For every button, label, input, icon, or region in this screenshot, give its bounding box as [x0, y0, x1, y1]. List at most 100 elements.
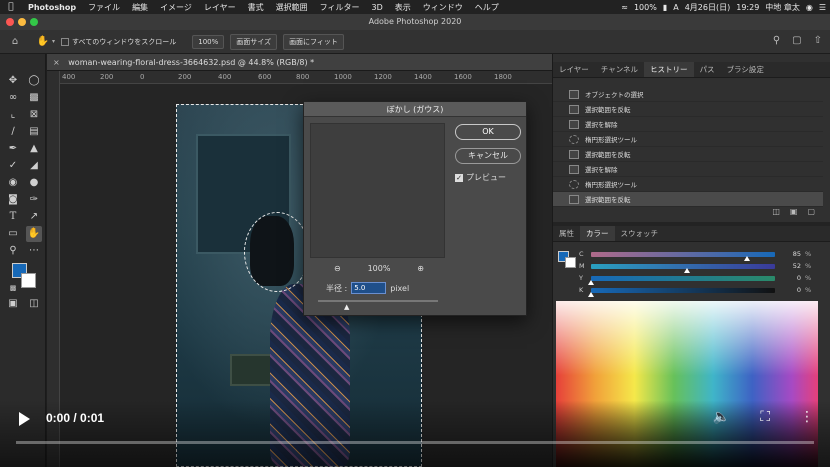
slider-knob[interactable] — [744, 255, 751, 261]
video-progress-bar[interactable] — [16, 441, 814, 444]
radius-slider-thumb[interactable]: ▲ — [344, 303, 349, 311]
cyan-slider[interactable] — [591, 251, 775, 261]
black-slider[interactable] — [588, 287, 775, 297]
scroll-all-checkbox[interactable] — [61, 37, 70, 46]
history-item-selected[interactable]: 選択範囲を反転 — [553, 192, 823, 207]
preview-checkbox[interactable]: ✓ — [455, 173, 463, 182]
channel-value[interactable]: 0 — [779, 274, 801, 282]
ok-button[interactable]: OK — [455, 124, 521, 140]
lasso-tool-icon[interactable]: ∞ — [5, 90, 21, 106]
magenta-slider[interactable] — [591, 263, 775, 273]
menu-window[interactable]: ウィンドウ — [417, 2, 469, 13]
input-mode[interactable]: A — [673, 3, 678, 12]
more-options-icon[interactable]: ⋮ — [800, 409, 814, 425]
path-select-tool-icon[interactable]: ↗ — [26, 209, 42, 225]
trash-icon[interactable]: ▢ — [807, 207, 815, 221]
blur-tool-icon[interactable]: ● — [26, 175, 42, 191]
move-tool-icon[interactable]: ✥ — [5, 73, 21, 89]
menu-app-name[interactable]: Photoshop — [22, 3, 82, 12]
menu-file[interactable]: ファイル — [82, 2, 126, 13]
snapshot-icon[interactable]: ▣ — [790, 207, 798, 221]
frame-tool-icon[interactable]: ⊠ — [26, 107, 42, 123]
menu-edit[interactable]: 編集 — [126, 2, 154, 13]
healing-tool-icon[interactable]: ▤ — [26, 124, 42, 140]
marquee-tool-icon[interactable]: ◯ — [26, 73, 42, 89]
history-brush-tool-icon[interactable]: ✓ — [5, 158, 21, 174]
menu-select[interactable]: 選択範囲 — [270, 2, 314, 13]
dodge-tool-icon[interactable]: ◙ — [5, 192, 21, 208]
history-item[interactable]: 選択範囲を反転 — [553, 102, 823, 117]
fit-screen-button[interactable]: 画面サイズ — [230, 33, 278, 50]
menu-type[interactable]: 書式 — [242, 2, 270, 13]
stamp-tool-icon[interactable]: ▲ — [26, 141, 42, 157]
zoom-100-button[interactable]: 100% — [192, 34, 225, 49]
menu-3d[interactable]: 3D — [366, 3, 389, 12]
tab-properties[interactable]: 属性 — [553, 226, 580, 241]
history-item[interactable]: 楕円形選択ツール — [553, 177, 823, 192]
hand-tool-sidebar-icon[interactable]: ✋ — [26, 226, 42, 242]
panel-background-swatch[interactable] — [565, 257, 576, 268]
new-document-from-state-icon[interactable]: ◫ — [772, 207, 780, 221]
play-icon[interactable] — [19, 412, 30, 426]
object-select-tool-icon[interactable]: ▩ — [26, 90, 42, 106]
close-window-button[interactable] — [6, 18, 14, 26]
menu-filter[interactable]: フィルター — [314, 2, 366, 13]
wifi-icon[interactable]: ≈ — [621, 3, 628, 12]
blur-preview-area[interactable] — [310, 123, 445, 258]
menu-help[interactable]: ヘルプ — [469, 2, 505, 13]
channel-value[interactable]: 0 — [779, 286, 801, 294]
tab-layers[interactable]: レイヤー — [553, 62, 595, 77]
history-item[interactable]: 選択を解除 — [553, 117, 823, 132]
tab-brush-settings[interactable]: ブラシ設定 — [721, 62, 770, 77]
radius-input[interactable]: 5.0 — [351, 282, 387, 294]
share-icon[interactable]: ⇧ — [814, 35, 822, 46]
search-icon[interactable]: ⚲ — [773, 35, 780, 46]
close-tab-icon[interactable]: × — [53, 58, 60, 67]
yellow-slider[interactable] — [588, 275, 775, 285]
history-item[interactable]: 選択を解除 — [553, 162, 823, 177]
menu-image[interactable]: イメージ — [154, 2, 198, 13]
dialog-title[interactable]: ぼかし (ガウス) — [304, 102, 526, 117]
background-color-swatch[interactable] — [21, 273, 36, 288]
tab-swatches[interactable]: スウォッチ — [615, 226, 665, 241]
workspace-icon[interactable]: ▢ — [792, 35, 801, 46]
history-item[interactable]: 選択範囲を反転 — [553, 147, 823, 162]
tab-history[interactable]: ヒストリー — [644, 62, 694, 77]
battery-icon[interactable]: ▮ — [663, 3, 667, 12]
rectangle-tool-icon[interactable]: ▭ — [5, 226, 21, 242]
channel-value[interactable]: 85 — [779, 250, 801, 258]
cancel-button[interactable]: キャンセル — [455, 148, 521, 164]
tool-preset-caret-icon[interactable]: ▾ — [52, 38, 55, 45]
tab-color[interactable]: カラー — [580, 226, 615, 241]
brush-tool-icon[interactable]: ✒ — [5, 141, 21, 157]
fullscreen-icon[interactable]: ⛶ — [760, 409, 770, 425]
channel-value[interactable]: 52 — [779, 262, 801, 270]
apple-icon[interactable]:  — [0, 2, 22, 12]
screen-mode-icon[interactable]: ◫ — [26, 296, 42, 312]
slider-knob[interactable] — [683, 267, 690, 273]
tab-channels[interactable]: チャンネル — [595, 62, 644, 77]
zoom-in-icon[interactable]: ⊕ — [417, 264, 424, 273]
zoom-window-button[interactable] — [30, 18, 38, 26]
menu-list-icon[interactable]: ☰ — [819, 3, 826, 12]
minimize-window-button[interactable] — [18, 18, 26, 26]
preview-toggle[interactable]: ✓ プレビュー — [455, 172, 506, 183]
zoom-tool-icon[interactable]: ⚲ — [5, 243, 21, 259]
radius-slider[interactable] — [318, 300, 438, 302]
eraser-tool-icon[interactable]: ◢ — [26, 158, 42, 174]
crop-tool-icon[interactable]: ⌞ — [5, 107, 21, 123]
menu-layer[interactable]: レイヤー — [198, 2, 242, 13]
eyedropper-tool-icon[interactable]: ∕ — [5, 124, 21, 140]
type-tool-icon[interactable]: T — [5, 209, 21, 225]
menu-view[interactable]: 表示 — [389, 2, 417, 13]
tab-paths[interactable]: パス — [694, 62, 721, 77]
history-item[interactable]: 楕円形選択ツール — [553, 132, 823, 147]
volume-icon[interactable]: 🔈 — [713, 409, 730, 425]
slider-knob[interactable] — [588, 279, 594, 285]
hand-tool-icon[interactable]: ✋ — [34, 36, 52, 47]
quick-mask-icon[interactable]: ▣ — [5, 296, 21, 312]
pen-tool-icon[interactable]: ✑ — [26, 192, 42, 208]
user-name[interactable]: 中地 章太 — [765, 2, 800, 13]
paint-bucket-tool-icon[interactable]: ◉ — [5, 175, 21, 191]
default-colors-icon[interactable]: ▩ — [5, 280, 21, 296]
